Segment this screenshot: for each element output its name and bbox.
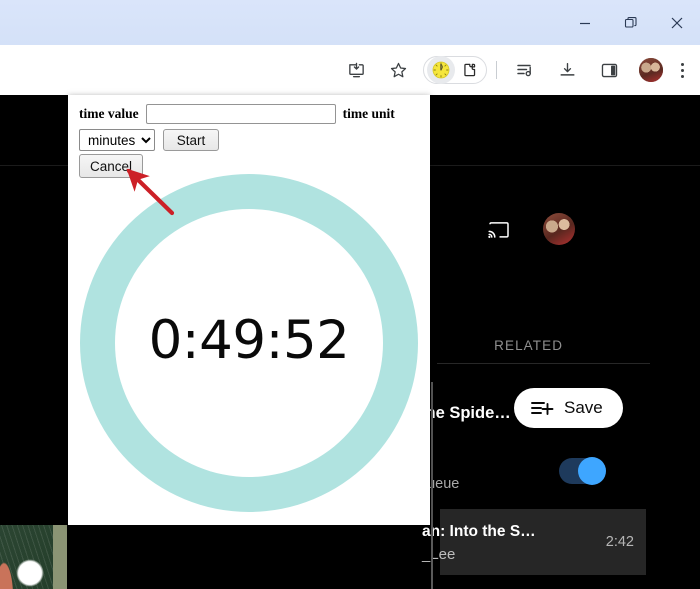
time-value-label: time value: [79, 106, 139, 121]
tab-related[interactable]: RELATED: [494, 338, 563, 353]
side-panel-icon: [601, 63, 617, 77]
timer-ring: 0:49:52: [80, 174, 418, 512]
chrome-menu-icon: [680, 62, 684, 66]
account-avatar-button[interactable]: [543, 213, 575, 245]
video-thumbnail[interactable]: [0, 525, 53, 589]
time-value-input[interactable]: [145, 104, 336, 124]
avatar: [639, 58, 663, 82]
install-app-button[interactable]: [341, 55, 371, 85]
playlist-add-icon: [531, 402, 554, 415]
unit-and-start-row: minutes Start: [79, 129, 219, 151]
thumbnail-edge-strip: [53, 525, 67, 589]
extensions-puzzle-icon: [463, 63, 475, 76]
save-button[interactable]: Save: [514, 388, 623, 428]
toolbar-divider: [496, 61, 497, 79]
downloads-icon: [559, 62, 575, 76]
cast-button[interactable]: [486, 219, 512, 246]
extensions-pill: [423, 56, 487, 84]
timer-extension-popup: time value time unit minutes Start Cance…: [68, 95, 430, 525]
timer-extension-button[interactable]: [427, 56, 455, 84]
media-playlist-button[interactable]: [510, 55, 540, 85]
media-playlist-icon: [517, 64, 531, 77]
minimize-icon: [580, 22, 590, 24]
browser-window: S RELATED the Spide… Save queue an: Into: [0, 0, 700, 589]
profile-button[interactable]: [636, 55, 666, 85]
timer-extension-icon: [432, 61, 450, 79]
timer-ring-inner: 0:49:52: [115, 209, 383, 477]
cancel-button[interactable]: Cancel: [79, 154, 143, 178]
track-title: the Spide…: [420, 404, 511, 422]
time-value-row: time value time unit: [79, 104, 395, 124]
window-controls: [562, 0, 700, 45]
scrollbar[interactable]: [431, 382, 433, 589]
title-bar: [0, 0, 700, 45]
list-item-duration: 2:42: [605, 534, 634, 550]
queue-toggle[interactable]: [559, 457, 606, 485]
list-item-title: an: Into the S…: [422, 523, 536, 540]
side-panel-button[interactable]: [594, 55, 624, 85]
bookmark-star-icon: [390, 62, 406, 77]
cast-icon: [488, 222, 509, 238]
restore-icon: [624, 16, 637, 28]
start-button[interactable]: Start: [163, 129, 219, 151]
list-item-subtitle: _Lee: [422, 546, 456, 563]
install-app-icon: [348, 62, 364, 77]
thumbnail-image: [0, 525, 53, 589]
downloads-button[interactable]: [552, 55, 582, 85]
bookmark-star-button[interactable]: [383, 55, 413, 85]
account-avatar: [543, 213, 575, 245]
close-icon: [671, 17, 683, 28]
extensions-button[interactable]: [455, 56, 483, 84]
cancel-row: Cancel: [79, 154, 143, 178]
chrome-menu-button[interactable]: [672, 60, 692, 80]
close-button[interactable]: [654, 0, 700, 45]
timer-display: 0:49:52: [148, 309, 350, 371]
toggle-knob: [578, 457, 606, 485]
restore-button[interactable]: [608, 0, 654, 45]
tabs-underline: [437, 363, 650, 364]
list-item[interactable]: an: Into the S… _Lee 2:42: [422, 509, 646, 575]
time-unit-select[interactable]: minutes: [79, 129, 155, 151]
browser-toolbar: [0, 45, 700, 95]
time-unit-label: time unit: [342, 106, 395, 121]
save-button-label: Save: [564, 398, 603, 417]
minimize-button[interactable]: [562, 0, 608, 45]
